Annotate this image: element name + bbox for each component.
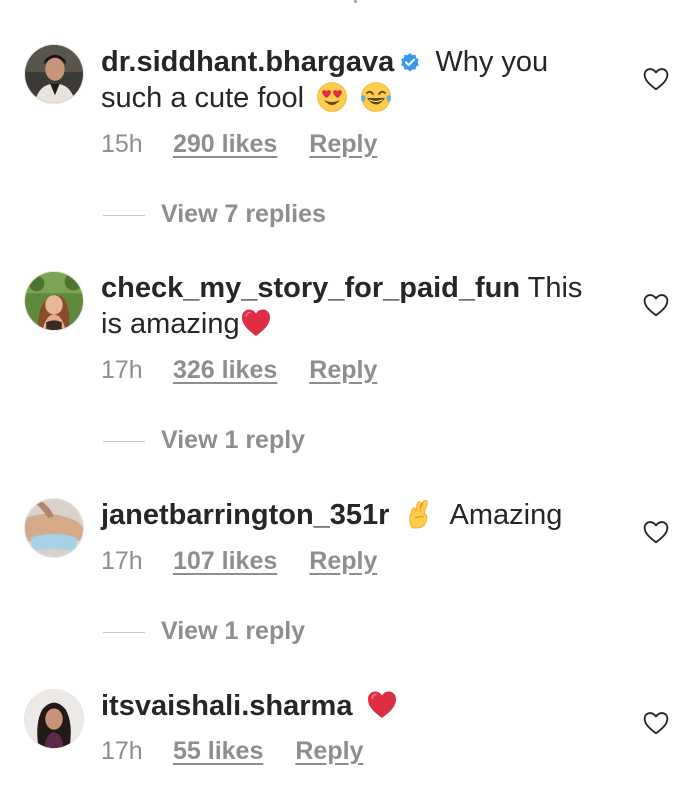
comment-username[interactable]: itsvaishali.sharma <box>101 690 352 722</box>
heart-outline-icon <box>643 521 669 544</box>
comment-username[interactable]: dr.siddhant.bhargava <box>101 46 394 78</box>
crossed-fingers-emoji <box>409 499 429 529</box>
comment-username[interactable]: janetbarrington_351r <box>101 499 389 531</box>
heart-eyes-emoji <box>317 82 348 112</box>
red-heart-emoji <box>241 309 270 336</box>
comment-username[interactable]: check_my_story_for_paid_fun <box>101 272 520 304</box>
like-button[interactable] <box>643 293 669 317</box>
comment-meta: 17h 107 likes Reply <box>101 547 377 576</box>
comment-timestamp: 17h <box>101 547 143 575</box>
view-replies-label: View 1 reply <box>161 426 306 454</box>
like-button[interactable] <box>643 711 669 735</box>
comment-text: Why you <box>435 46 549 78</box>
reply-button[interactable]: Reply <box>309 130 377 159</box>
view-replies-button[interactable]: View 1 reply <box>103 617 305 646</box>
reply-button[interactable]: Reply <box>309 356 377 385</box>
replies-divider-line <box>103 440 145 442</box>
avatar[interactable] <box>24 271 84 331</box>
avatar[interactable] <box>24 44 84 104</box>
reply-button[interactable]: Reply <box>309 547 377 576</box>
comment-meta: 17h 55 likes Reply <box>101 737 363 766</box>
view-replies-label: View 1 reply <box>161 617 306 645</box>
likes-count-link[interactable]: 55 likes <box>173 737 263 766</box>
likes-count-link[interactable]: 290 likes <box>173 130 277 159</box>
comment-meta: 17h 326 likes Reply <box>101 356 377 385</box>
reply-button[interactable]: Reply <box>295 737 363 766</box>
replies-divider-line <box>103 214 145 216</box>
avatar[interactable] <box>24 689 84 749</box>
view-replies-button[interactable]: View 7 replies <box>103 200 326 229</box>
comment-timestamp: 17h <box>101 737 143 765</box>
comment-timestamp: 17h <box>101 356 143 384</box>
comment-text-continued: such a cute fool <box>101 82 305 114</box>
view-replies-button[interactable]: View 1 reply <box>103 426 305 455</box>
heart-outline-icon <box>643 712 669 735</box>
like-button[interactable] <box>643 520 669 544</box>
avatar-photo-icon <box>25 690 83 748</box>
avatar[interactable] <box>24 498 84 558</box>
comment-text-continued: is amazing <box>101 308 240 340</box>
comment-text: Amazing <box>449 499 563 531</box>
replies-divider-line <box>103 631 145 633</box>
scroll-indicator-dot <box>354 0 357 3</box>
tears-of-joy-emoji <box>361 82 392 112</box>
like-button[interactable] <box>643 67 669 91</box>
avatar-photo-icon <box>25 45 83 103</box>
comment-meta: 15h 290 likes Reply <box>101 130 377 159</box>
heart-outline-icon <box>643 294 669 317</box>
avatar-photo-icon <box>25 272 83 330</box>
comment-text: This <box>527 272 583 304</box>
likes-count-link[interactable]: 107 likes <box>173 547 277 576</box>
view-replies-label: View 7 replies <box>161 200 326 228</box>
verified-badge-icon <box>401 52 420 72</box>
avatar-photo-icon <box>25 499 83 557</box>
likes-count-link[interactable]: 326 likes <box>173 356 277 385</box>
heart-outline-icon <box>643 68 669 91</box>
comment-timestamp: 15h <box>101 130 143 158</box>
red-heart-emoji <box>368 691 397 718</box>
